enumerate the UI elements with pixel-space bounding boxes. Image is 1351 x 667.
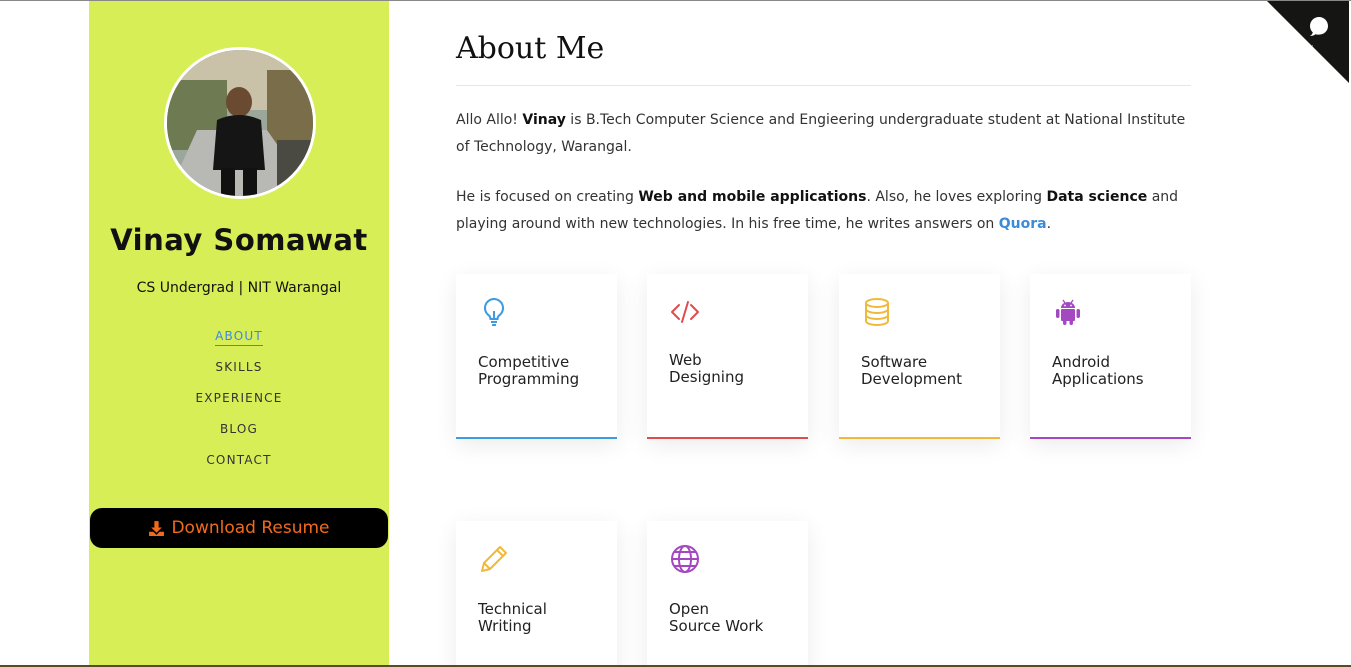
card-label-line: Designing — [669, 368, 744, 386]
pencil-icon — [481, 546, 507, 572]
card-label-line: Source Work — [669, 617, 764, 635]
nav-label: BLOG — [219, 422, 259, 436]
page-title: About Me — [456, 31, 605, 66]
card-label-line: Development — [861, 370, 962, 388]
nav-label: CONTACT — [206, 453, 272, 467]
sidebar-nav: ABOUT SKILLS EXPERIENCE BLOG CONTACT — [89, 329, 389, 484]
page: Vinay Somawat CS Undergrad | NIT Waranga… — [0, 0, 1351, 667]
card-accent-bar — [839, 437, 1000, 439]
text: . Also, he loves exploring — [866, 189, 1047, 205]
skill-card-web-designing: Web Designing — [647, 274, 808, 439]
skill-card-android-applications: Android Applications — [1030, 274, 1191, 439]
card-label: Competitive Programming — [478, 354, 608, 388]
card-label-line: Writing — [478, 617, 532, 635]
card-accent-bar — [456, 437, 617, 439]
profile-name: Vinay Somawat — [110, 223, 368, 257]
skill-card-software-development: Software Development — [839, 274, 1000, 439]
nav-item-skills[interactable]: SKILLS — [89, 360, 389, 391]
about-paragraph-1: Allo Allo! Vinay is B.Tech Computer Scie… — [456, 107, 1191, 161]
card-label: Web Designing — [669, 352, 799, 386]
card-label: Technical Writing — [478, 601, 608, 635]
profile-tagline: CS Undergrad | NIT Warangal — [136, 280, 342, 296]
globe-icon — [671, 545, 699, 573]
nav-item-blog[interactable]: BLOG — [89, 422, 389, 453]
text: . — [1046, 216, 1052, 232]
download-resume-label: Download Resume — [171, 518, 330, 538]
about-paragraph-2: He is focused on creating Web and mobile… — [456, 184, 1191, 238]
card-label: Android Applications — [1052, 354, 1182, 388]
download-resume-button[interactable]: Download Resume — [90, 508, 388, 548]
bold-text: Web and mobile applications — [638, 189, 867, 205]
bold-text: Vinay — [522, 112, 566, 128]
quora-link[interactable]: Quora — [999, 216, 1047, 232]
android-icon — [1056, 299, 1080, 325]
card-accent-bar — [1030, 437, 1191, 439]
nav-item-experience[interactable]: EXPERIENCE — [89, 391, 389, 422]
nav-item-contact[interactable]: CONTACT — [89, 453, 389, 484]
database-icon — [865, 298, 889, 327]
card-label-line: Android — [1052, 353, 1110, 371]
nav-item-about[interactable]: ABOUT — [89, 329, 389, 360]
title-divider — [456, 85, 1191, 86]
nav-label: EXPERIENCE — [195, 391, 283, 405]
bold-text: Data science — [1046, 189, 1148, 205]
text: Allo Allo! — [456, 112, 523, 128]
card-label: Software Development — [861, 354, 991, 388]
lightbulb-icon — [483, 297, 505, 326]
card-label-line: Technical — [478, 600, 547, 618]
card-label: Open Source Work — [669, 601, 799, 635]
github-octocat-icon — [1267, 1, 1349, 83]
sidebar: Vinay Somawat CS Undergrad | NIT Waranga… — [89, 1, 389, 667]
nav-label: SKILLS — [215, 360, 263, 374]
skill-card-open-source-work: Open Source Work — [647, 521, 808, 667]
github-corner[interactable] — [1267, 1, 1349, 83]
skill-card-competitive-programming: Competitive Programming — [456, 274, 617, 439]
download-icon — [149, 520, 165, 536]
code-icon — [671, 301, 699, 323]
text: He is focused on creating — [456, 189, 639, 205]
card-label-line: Web — [669, 351, 702, 369]
skill-card-technical-writing: Technical Writing — [456, 521, 617, 667]
nav-label: ABOUT — [215, 329, 263, 346]
text: is B.Tech Computer Science and Engieerin… — [456, 112, 1186, 155]
avatar — [164, 47, 316, 199]
card-accent-bar — [647, 437, 808, 439]
card-label-line: Software — [861, 353, 928, 371]
card-label-line: Open — [669, 600, 710, 618]
card-label-line: Applications — [1052, 370, 1144, 388]
card-label-line: Competitive — [478, 353, 570, 371]
card-label-line: Programming — [478, 370, 580, 388]
